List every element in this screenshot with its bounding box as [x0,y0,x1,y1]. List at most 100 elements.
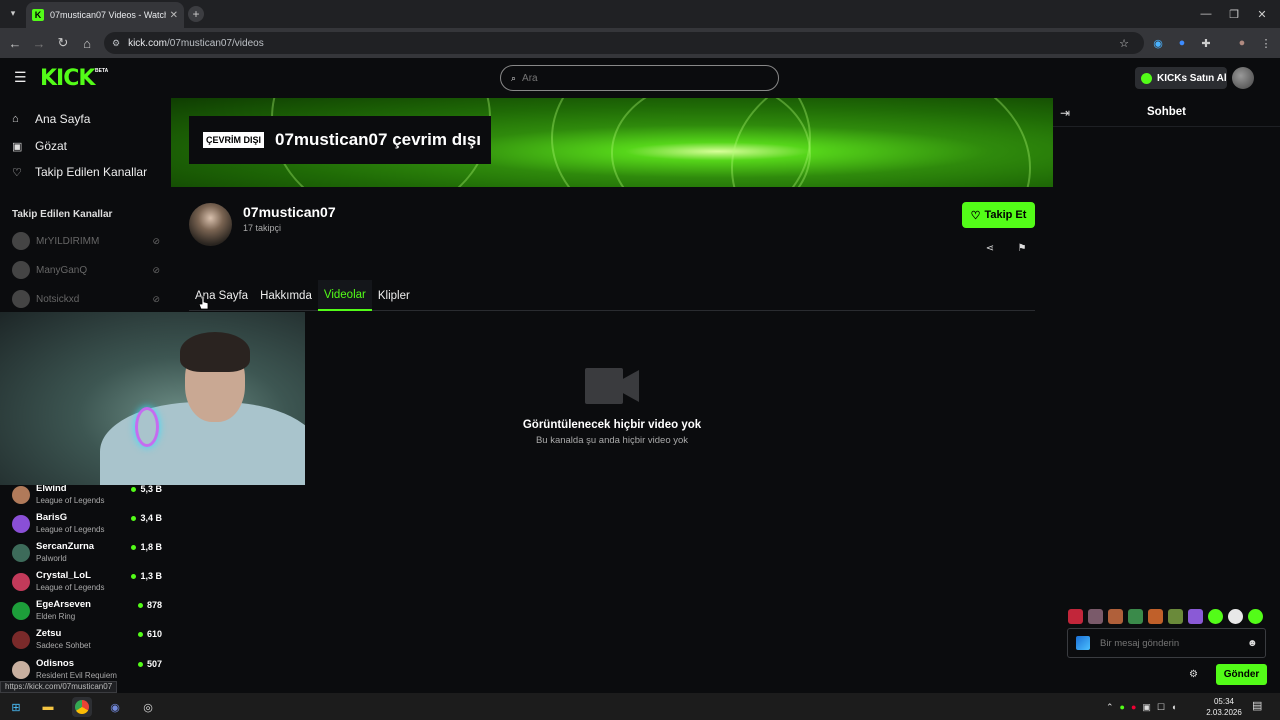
minimize-icon[interactable]: — [1196,6,1216,22]
chat-settings-gear-icon[interactable]: ⚙ [1189,669,1201,681]
url-host: kick.com [128,37,167,49]
search-icon: ⌕ [511,72,517,83]
offline-channel-item[interactable]: MrYILDIRIMM ⊘ [12,232,160,250]
browser-tab[interactable]: K 07mustican07 Videos - Watch C ✕ [26,2,184,28]
close-tab-icon[interactable]: ✕ [170,10,178,21]
emote-icon[interactable] [1088,609,1103,624]
channel-tabs: Ana Sayfa Hakkımda Videolar Klipler [189,280,1035,311]
home-browser-icon[interactable]: ⌂ [78,34,96,52]
avatar [12,573,30,591]
tray-app-icon[interactable]: ● [1131,702,1136,712]
site-info-icon[interactable]: ⚙ [112,38,120,49]
live-channel-item[interactable]: Zetsu Sadece Sohbet 610 [12,628,162,654]
search-bar[interactable]: ⌕ [500,65,779,91]
tab-label: Videolar [323,288,366,301]
obs-icon[interactable]: ◎ [138,697,158,717]
channel-name: ManyGanQ [36,264,88,276]
live-dot-icon [131,573,137,579]
live-channel-item[interactable]: SercanZurna Palworld 1,8 B [12,541,162,567]
user-avatar[interactable] [1232,67,1254,89]
extensions-puzzle-icon[interactable]: ✚ [1198,35,1214,51]
chrome-icon[interactable] [72,697,92,717]
tray-app-icon[interactable]: ▣ [1142,702,1151,713]
emote-icon[interactable] [1148,609,1163,624]
live-dot-icon [131,486,137,492]
emote-icon[interactable] [1168,609,1183,624]
tab-label: Klipler [377,289,410,302]
sidebar-item-following[interactable]: ♡ Takip Edilen Kanallar [12,162,147,182]
live-dot-icon [137,602,143,608]
emote-icon[interactable] [1108,609,1123,624]
menu-hamburger-icon[interactable]: ☰ [14,70,28,84]
send-button[interactable]: Gönder [1216,664,1267,685]
new-tab-button[interactable]: + [188,6,204,22]
emoji-icon[interactable]: ☻ [1247,638,1265,649]
restore-icon[interactable]: ❐ [1224,6,1244,22]
video-camera-icon [585,368,639,404]
emote-icon[interactable] [1208,609,1223,624]
live-channel-item[interactable]: Elwind League of Legends 5,3 B [12,483,162,509]
extension-icon[interactable]: ◉ [1150,35,1166,51]
live-channel-item[interactable]: EgeArseven Elden Ring 878 [12,599,162,625]
viewer-count: 1,8 B [131,542,162,552]
extension-icon[interactable]: ● [1174,35,1190,51]
tab-search-icon[interactable]: ▾ [6,6,20,20]
buy-kicks-button[interactable]: KICKs Satın Al [1135,67,1227,89]
emote-icon[interactable] [1248,609,1263,624]
tray-app-icon[interactable]: ● [1120,702,1125,712]
follow-button[interactable]: ♡ Takip Et [962,202,1035,228]
live-channel-item[interactable]: Crystal_LoL League of Legends 1,3 B [12,570,162,596]
chat-input-box[interactable]: ☻ [1067,628,1266,658]
emote-icon[interactable] [1068,609,1083,624]
taskbar-clock[interactable]: 05:34 2.03.2026 [1204,696,1244,718]
forward-icon[interactable]: → [30,34,48,52]
avatar [12,486,30,504]
bookmark-star-icon[interactable]: ☆ [1116,35,1132,51]
discord-icon[interactable]: ◉ [105,697,125,717]
follow-label: Takip Et [984,209,1027,221]
collapse-chat-icon[interactable]: ⇥ [1060,106,1074,120]
profile-icon[interactable]: ● [1234,35,1250,51]
beta-badge: BETA [95,68,109,74]
channel-avatar[interactable] [189,203,232,246]
sidebar-item-browse[interactable]: ▣ Gözat [12,136,67,156]
user-report-icon[interactable]: ⚑ [1015,243,1029,255]
browser-menu-icon[interactable]: ⋮ [1258,35,1274,51]
file-explorer-icon[interactable]: ▬ [38,697,58,717]
viewer-count-value: 5,3 B [140,484,162,494]
tab-videos[interactable]: Videolar [317,280,372,311]
emote-icon[interactable] [1128,609,1143,624]
reload-icon[interactable]: ↻ [54,34,72,52]
channel-name: SercanZurna [36,541,95,552]
notification-icon[interactable]: ▤ [1252,699,1262,712]
viewer-count-value: 507 [146,659,162,669]
url-field[interactable]: ⚙ kick.com/07mustican07/videos [104,32,1144,54]
close-window-icon[interactable]: ✕ [1252,6,1272,22]
offline-icon: ⊘ [152,235,160,246]
kick-logo[interactable]: KICK [40,66,95,91]
sidebar-item-home[interactable]: ⌂ Ana Sayfa [12,109,90,129]
mouse-cursor-icon [199,296,209,310]
tray-expand-icon[interactable]: ⌃ [1106,702,1114,713]
chat-message-input[interactable] [1100,637,1247,649]
emote-icon[interactable] [1228,609,1243,624]
viewer-count-value: 1,8 B [140,542,162,552]
tab-clips[interactable]: Klipler [372,280,416,311]
share-icon[interactable]: ⋖ [983,243,997,255]
live-channel-item[interactable]: BarisG League of Legends 3,4 B [12,512,162,538]
emote-icon[interactable] [1188,609,1203,624]
search-input[interactable] [522,72,723,84]
tab-about[interactable]: Hakkımda [254,280,318,311]
kick-favicon-icon: K [32,9,44,21]
windows-taskbar [0,693,1280,720]
back-icon[interactable]: ← [6,34,24,52]
offline-channel-item[interactable]: Notsickxd ⊘ [12,290,160,308]
network-icon[interactable]: ☐ [1157,702,1165,713]
channel-text: Crystal_LoL League of Legends [36,570,131,594]
tab-label: Hakkımda [260,289,312,302]
following-header: Takip Edilen Kanallar [12,209,113,220]
windows-start-icon[interactable]: ⊞ [6,697,26,717]
volume-icon[interactable]: ◖ [1171,702,1176,712]
offline-channel-item[interactable]: ManyGanQ ⊘ [12,261,160,279]
channel-name: 07mustican07 [243,204,336,220]
